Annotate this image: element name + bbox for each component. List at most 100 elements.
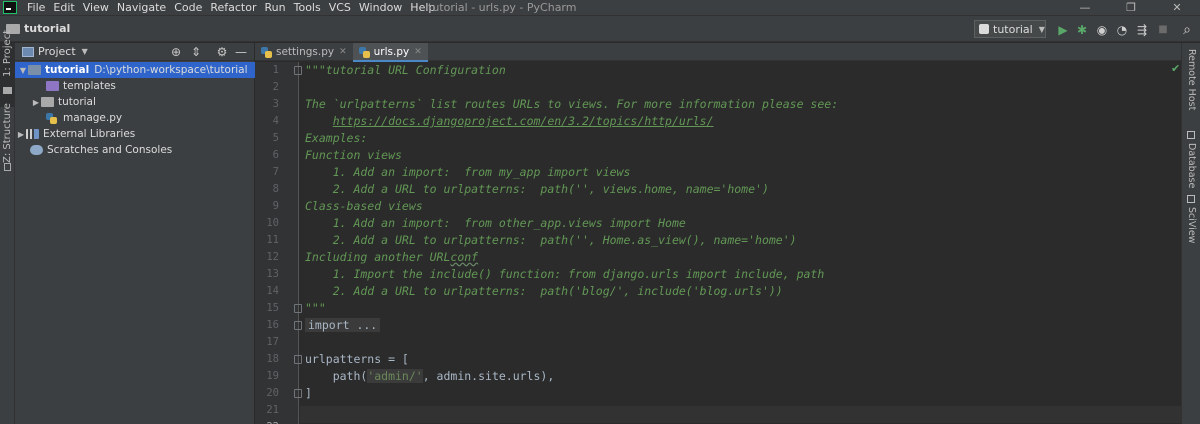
close-tab-icon[interactable]: ✕ [339, 47, 347, 57]
project-panel-title[interactable]: Project [38, 45, 76, 58]
stop-icon[interactable]: ■ [1156, 23, 1170, 37]
project-tool-tab[interactable]: 1: Project [0, 30, 15, 107]
tree-item-label: templates [63, 80, 116, 92]
editor-tab-bar: settings.py ✕ urls.py ✕ [255, 43, 1181, 62]
docs-link[interactable]: https://docs.djangoproject.com/en/3.2/to… [333, 114, 714, 128]
run-icon[interactable]: ▶ [1056, 23, 1070, 37]
code-editor[interactable]: """tutorial URL Configuration The `urlpa… [294, 62, 1181, 424]
tree-item-tutorial-package[interactable]: ▶ tutorial [15, 94, 255, 110]
fold-marker-icon[interactable] [294, 389, 302, 398]
project-tool-icon [3, 87, 12, 94]
right-tool-strip: Remote Host Database SciView [1181, 43, 1200, 424]
code-text: , admin.site.urls), [422, 369, 555, 383]
collapsed-arrow-icon[interactable]: ▶ [31, 98, 41, 107]
structure-tool-icon [4, 163, 11, 171]
tree-item-scratches[interactable]: Scratches and Consoles [15, 142, 255, 158]
folded-imports[interactable]: import ... [305, 318, 381, 332]
fold-marker-icon[interactable] [294, 321, 302, 330]
locate-file-icon[interactable]: ⊕ [169, 45, 183, 59]
line-number: 7 [272, 166, 279, 178]
menu-navigate[interactable]: Navigate [113, 0, 170, 15]
menu-file[interactable]: File [23, 0, 49, 15]
string-literal: 'admin/' [367, 369, 423, 383]
database-label: Database [1186, 143, 1197, 189]
database-tab-icon [1187, 131, 1195, 139]
collapsed-arrow-icon[interactable]: ▶ [16, 130, 26, 139]
sciview-label: SciView [1186, 207, 1197, 244]
dropdown-arrow-icon: ▼ [1038, 24, 1045, 34]
code-text: path( [305, 369, 368, 383]
menu-run[interactable]: Run [261, 0, 290, 15]
fold-marker-icon[interactable] [294, 66, 302, 75]
code-line-15: """ [305, 301, 326, 315]
line-number: 10 [266, 217, 279, 229]
project-view-icon [22, 46, 34, 57]
code-line-12: Including another URLconf [305, 249, 478, 266]
code-text: Including another URL [305, 250, 451, 264]
restore-button[interactable]: ❐ [1108, 0, 1154, 15]
expanded-arrow-icon[interactable]: ▼ [18, 66, 28, 75]
code-line-16: import ... [305, 317, 381, 334]
tab-urls-py[interactable]: urls.py ✕ [352, 43, 428, 62]
gear-icon[interactable]: ⚙ [215, 45, 229, 59]
line-number: 18 [266, 353, 279, 365]
menu-code[interactable]: Code [170, 0, 206, 15]
docstring-indent [305, 114, 333, 128]
minimize-button[interactable]: — [1062, 0, 1108, 15]
window-controls: — ❐ ✕ [1062, 0, 1200, 15]
close-tab-icon[interactable]: ✕ [414, 47, 422, 57]
python-file-icon [261, 46, 272, 58]
python-config-icon [979, 24, 989, 34]
menu-view[interactable]: View [79, 0, 113, 15]
tree-item-templates[interactable]: templates [15, 78, 255, 94]
run-with-coverage-icon[interactable]: ◉ [1095, 23, 1109, 37]
tab-label: urls.py [373, 46, 410, 58]
current-line-highlight [300, 406, 1181, 423]
code-line-20: path('admin/', admin.site.urls), [305, 368, 554, 385]
code-line-4: https://docs.djangoproject.com/en/3.2/to… [305, 113, 714, 130]
code-line-7: 1. Add an import: from my_app import vie… [305, 165, 631, 179]
tab-label: settings.py [276, 46, 335, 58]
scratches-icon [30, 145, 43, 155]
menu-edit[interactable]: Edit [49, 0, 78, 15]
template-folder-icon [46, 81, 59, 91]
inspection-ok-icon[interactable]: ✔ [1171, 62, 1180, 75]
menu-vcs[interactable]: VCS [325, 0, 355, 15]
profile-icon[interactable]: ◔ [1115, 23, 1129, 37]
sciview-tab-icon [1187, 195, 1195, 203]
folder-icon [28, 65, 41, 75]
code-line-6: Function views [305, 148, 402, 162]
collapse-all-icon[interactable]: ⇕ [189, 45, 203, 59]
structure-tool-tab[interactable]: Z: Structure [0, 103, 15, 183]
hide-panel-icon[interactable]: — [234, 45, 248, 59]
concurrency-diagram-icon[interactable]: ⇶ [1135, 23, 1149, 37]
project-panel: Project ▼ ⊕ ⇕ ⚙ — ▼ tutorial D:\python-w… [15, 43, 255, 424]
menu-window[interactable]: Window [355, 0, 406, 15]
line-number: 8 [272, 183, 279, 195]
tree-item-label: tutorial [45, 64, 90, 76]
code-line-14: 2. Add a URL to urlpatterns: path('blog/… [305, 284, 783, 298]
code-line-9: Class-based views [305, 199, 423, 213]
navigation-bar: tutorial tutorial ▼ ▶ ✱ ◉ ◔ ⇶ ■ ⌕ [0, 15, 1200, 42]
debug-icon[interactable]: ✱ [1075, 23, 1089, 37]
tree-item-external-libraries[interactable]: ▶ External Libraries [15, 126, 255, 142]
menu-tools[interactable]: Tools [290, 0, 325, 15]
code-line-3: The `urlpatterns` list routes URLs to vi… [305, 97, 839, 111]
line-number: 16 [266, 319, 279, 331]
close-window-button[interactable]: ✕ [1154, 0, 1200, 15]
run-configuration-selector[interactable]: tutorial ▼ [974, 20, 1046, 38]
fold-marker-icon[interactable] [294, 304, 302, 313]
menu-refactor[interactable]: Refactor [206, 0, 260, 15]
code-line-10: 1. Add an import: from other_app.views i… [305, 216, 686, 230]
fold-marker-icon[interactable] [294, 355, 302, 364]
dropdown-arrow-icon[interactable]: ▼ [82, 47, 88, 56]
line-number-gutter[interactable]: 12345678910111213141516171819202122 [255, 62, 299, 424]
run-configuration-label: tutorial [993, 22, 1033, 36]
breadcrumb-project[interactable]: tutorial [24, 22, 70, 35]
project-tool-tab-label: 1: Project [2, 29, 13, 77]
tab-settings-py[interactable]: settings.py ✕ [255, 43, 353, 61]
tree-item-manage-py[interactable]: manage.py [15, 110, 255, 126]
tree-item-tutorial-root[interactable]: ▼ tutorial D:\python-workspace\tutorial [15, 62, 255, 78]
line-number: 9 [272, 200, 279, 212]
search-icon[interactable]: ⌕ [1180, 23, 1194, 37]
